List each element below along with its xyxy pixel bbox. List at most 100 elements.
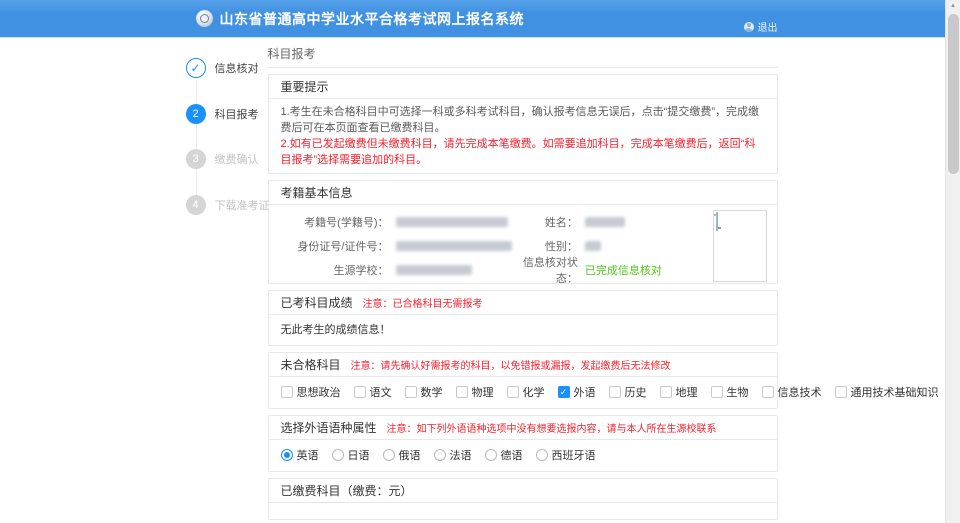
logout-button[interactable]: 退出 — [743, 19, 778, 34]
step-label: 下载准考证 — [214, 200, 270, 212]
step-label: 科目报考 — [214, 109, 259, 121]
subject-label: 生物 — [726, 387, 749, 399]
subject-label: 化学 — [522, 387, 545, 399]
subject-checkbox[interactable]: ✓ 外语 — [557, 384, 596, 400]
info-field: 生源学校： — [281, 262, 512, 278]
page: 山东省普通高中学业水平合格考试网上报名系统 退出 ✓ 信息核对 2 科目报考 3… — [0, 0, 960, 523]
scores-note: 注意：已合格科目无需报考 — [362, 299, 483, 310]
subject-label: 语文 — [369, 387, 392, 399]
language-label: 西班牙语 — [551, 450, 596, 462]
scrollbar-thumb[interactable] — [948, 14, 959, 174]
info-field: 姓名： — [512, 214, 687, 230]
main-content: 科目报考 重要提示 1.考生在未合格科目中可选择一科或多科考试科目，确认报考信息… — [267, 38, 939, 523]
subject-checkbox[interactable]: ✓ 数学 — [404, 384, 443, 400]
radio-icon — [331, 449, 344, 461]
unqualified-card: 未合格科目 注意：请先确认好需报考的科目，以免错报或漏报，发起缴费后无法修改 ✓… — [267, 352, 939, 409]
app-header: 山东省普通高中学业水平合格考试网上报名系统 退出 — [0, 0, 945, 38]
info-field-label: 身份证号/证件号： — [297, 241, 389, 253]
step-indicator-icon: ✓ — [185, 58, 206, 78]
info-field: 性别： — [512, 238, 687, 254]
language-radio-row: 英语 日语 俄语 法语 德语 西班牙语 — [269, 440, 777, 471]
language-radio[interactable]: 西班牙语 — [535, 447, 596, 463]
vertical-scrollbar[interactable]: ▲ — [945, 0, 960, 523]
subject-checkbox[interactable]: ✓ 地理 — [659, 384, 698, 400]
language-label: 法语 — [449, 450, 472, 462]
stepper-connector — [195, 80, 197, 212]
step-label: 信息核对 — [214, 63, 259, 75]
subject-checkbox[interactable]: ✓ 思想政治 — [280, 384, 341, 400]
subject-checkbox[interactable]: ✓ 信息技术 — [761, 384, 822, 400]
notice-title: 重要提示 — [280, 80, 329, 94]
subject-label: 通用技术基础知识 — [850, 387, 939, 399]
language-label: 日语 — [347, 450, 370, 462]
subject-label: 历史 — [624, 387, 647, 399]
language-label: 英语 — [296, 450, 319, 462]
language-radio[interactable]: 德语 — [484, 447, 523, 463]
radio-icon — [484, 449, 497, 461]
notice-line-2: 2.如有已发起缴费但未缴费科目，请先完成本笔缴费。如需要追加科目，完成本笔缴费后… — [280, 138, 756, 166]
subject-checkbox[interactable]: ✓ 通用技术基础知识 — [834, 384, 939, 400]
paid-title: 已缴费科目（缴费：元） — [280, 484, 413, 498]
app-title: 山东省普通高中学业水平合格考试网上报名系统 — [219, 11, 524, 27]
language-note: 注意：如下列外语语种选项中没有想要选报内容，请与本人所在生源校联系 — [386, 424, 717, 435]
scores-empty-text: 无此考生的成绩信息！ — [280, 324, 391, 336]
radio-icon — [433, 449, 446, 461]
stepper-step: 3 缴费确认 — [185, 149, 259, 169]
redacted-value — [395, 241, 512, 251]
stepper: ✓ 信息核对 2 科目报考 3 缴费确认 4 下载准考证 — [168, 38, 270, 268]
paid-card: 已缴费科目（缴费：元） — [267, 478, 778, 520]
language-label: 德语 — [500, 450, 523, 462]
subject-checkbox[interactable]: ✓ 生物 — [710, 384, 749, 400]
subject-label: 外语 — [573, 387, 596, 399]
checkbox-icon: ✓ — [761, 386, 774, 398]
info-field-label: 性别： — [544, 241, 578, 253]
checkbox-icon: ✓ — [557, 386, 570, 398]
language-radio[interactable]: 英语 — [280, 447, 319, 463]
stepper-step: 2 科目报考 — [185, 104, 259, 124]
language-label: 俄语 — [398, 450, 421, 462]
info-field-label: 姓名： — [544, 217, 578, 229]
info-field: 身份证号/证件号： — [281, 238, 512, 254]
redacted-value — [395, 265, 472, 275]
checkbox-icon: ✓ — [834, 386, 847, 398]
language-radio[interactable]: 日语 — [331, 447, 370, 463]
notice-line-1: 1.考生在未合格科目中可选择一科或多科考试科目，确认报考信息无误后，点击“提交缴… — [280, 106, 760, 134]
candidate-photo — [712, 210, 767, 282]
checkbox-icon: ✓ — [506, 386, 519, 398]
subject-label: 数学 — [420, 387, 443, 399]
subject-label: 信息技术 — [777, 387, 822, 399]
basic-info-card: 考籍基本信息 考籍号(学籍号)： 姓名： 身份证号/证件号： 性别： 生源学校：… — [267, 180, 778, 285]
unqualified-title: 未合格科目 — [280, 358, 341, 372]
scrollbar-up-arrow-icon[interactable]: ▲ — [946, 0, 960, 12]
info-field-label: 生源学校： — [333, 265, 389, 277]
checkbox-icon: ✓ — [455, 386, 468, 398]
subject-checkbox[interactable]: ✓ 物理 — [455, 384, 494, 400]
info-field-value: 已完成信息核对 — [584, 265, 662, 277]
redacted-value — [584, 241, 601, 251]
subject-checkbox[interactable]: ✓ 语文 — [353, 384, 392, 400]
user-avatar-icon — [743, 21, 754, 32]
language-radio[interactable]: 法语 — [433, 447, 472, 463]
step-indicator-icon: 4 — [185, 195, 206, 215]
stepper-step: ✓ 信息核对 — [185, 58, 259, 78]
language-title: 选择外语语种属性 — [280, 421, 377, 435]
unqualified-note: 注意：请先确认好需报考的科目，以免错报或漏报，发起缴费后无法修改 — [350, 361, 671, 372]
notice-card: 重要提示 1.考生在未合格科目中可选择一科或多科考试科目，确认报考信息无误后，点… — [267, 74, 778, 174]
language-radio[interactable]: 俄语 — [382, 447, 421, 463]
checkbox-icon: ✓ — [659, 386, 672, 398]
basic-info-title: 考籍基本信息 — [280, 186, 353, 200]
radio-icon — [382, 449, 395, 461]
info-field: 考籍号(学籍号)： — [281, 214, 512, 230]
page-title: 科目报考 — [267, 44, 778, 68]
info-field-label: 考籍号(学籍号)： — [304, 217, 389, 229]
redacted-value — [395, 217, 508, 227]
step-indicator-icon: 3 — [185, 149, 206, 169]
scores-card: 已考科目成绩 注意：已合格科目无需报考 无此考生的成绩信息！ — [267, 290, 778, 346]
paid-empty-body — [269, 503, 777, 519]
basic-info-grid: 考籍号(学籍号)： 姓名： 身份证号/证件号： 性别： 生源学校： 信息核对状态… — [281, 210, 687, 285]
subject-label: 物理 — [471, 387, 494, 399]
subject-checkbox[interactable]: ✓ 化学 — [506, 384, 545, 400]
logout-label: 退出 — [757, 23, 778, 34]
scores-title: 已考科目成绩 — [280, 296, 353, 310]
subject-checkbox[interactable]: ✓ 历史 — [608, 384, 647, 400]
